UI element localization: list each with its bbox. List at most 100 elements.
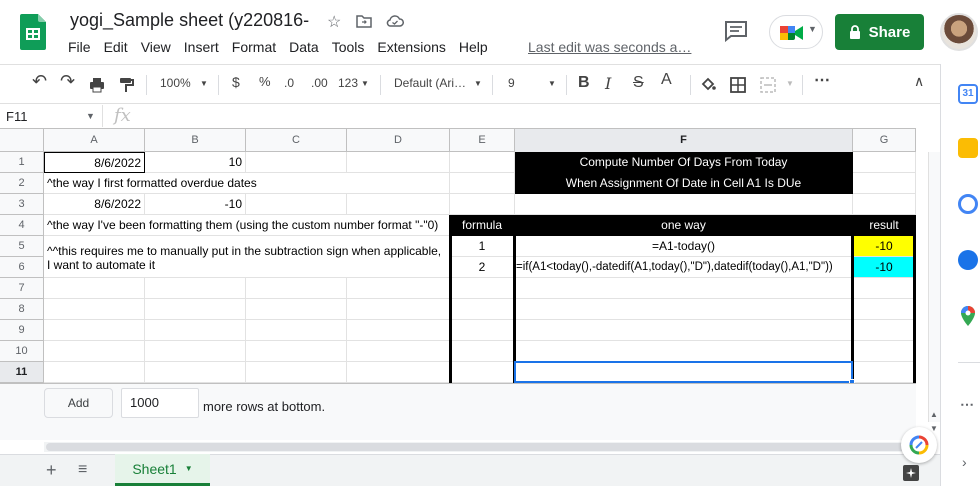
cell-e6[interactable]: 2 [450,257,515,278]
merge-dropdown-icon[interactable]: ▼ [786,79,794,88]
cell-c10[interactable] [246,341,347,362]
tasks-icon[interactable] [958,194,978,214]
cell-a7[interactable] [44,278,145,299]
row-header-11[interactable]: 11 [0,362,44,383]
horizontal-scrollbar-thumb[interactable] [46,443,926,451]
cell-d10[interactable] [347,341,450,362]
select-all-corner[interactable] [0,129,44,152]
cell-f10[interactable] [515,341,853,362]
cell-d7[interactable] [347,278,450,299]
share-button[interactable]: Share [835,14,924,50]
font-family-select[interactable]: Default (Ari… [394,76,466,90]
cell-g4[interactable]: result [853,215,916,236]
cell-e9[interactable] [450,320,515,341]
cell-d11[interactable] [347,362,450,383]
name-box-dropdown-icon[interactable]: ▼ [86,111,95,121]
cell-g6[interactable]: -10 [853,257,916,278]
borders-icon[interactable] [730,77,746,93]
row-header-10[interactable]: 10 [0,341,44,362]
cloud-saved-icon[interactable] [386,14,404,28]
cell-c3[interactable] [246,194,347,215]
row-header-4[interactable]: 4 [0,215,44,236]
sheet-tab-sheet1[interactable]: Sheet1 ▼ [115,454,210,486]
maps-icon[interactable] [958,305,978,327]
zoom-select[interactable]: 100% [160,76,191,90]
cell-e7[interactable] [450,278,515,299]
cell-e5[interactable]: 1 [450,236,515,257]
cell-g5[interactable]: -10 [853,236,916,257]
cell-e3[interactable] [450,194,515,215]
cell-f3[interactable] [515,194,853,215]
strikethrough-icon[interactable]: S [633,74,644,92]
all-sheets-menu-icon[interactable]: ≡ [78,461,87,479]
column-header-d[interactable]: D [347,129,450,152]
cell-f9[interactable] [515,320,853,341]
cell-a10[interactable] [44,341,145,362]
more-options-icon[interactable]: ⋯ [814,70,830,90]
more-formats-dropdown-icon[interactable]: ▼ [361,79,369,88]
sheet-tab-dropdown-icon[interactable]: ▼ [185,464,193,473]
cell-f7[interactable] [515,278,853,299]
currency-format-button[interactable]: $ [232,74,240,90]
zoom-dropdown-icon[interactable]: ▼ [200,79,208,88]
print-icon[interactable] [89,77,105,93]
document-title[interactable]: yogi_Sample sheet (y220816- [70,10,309,31]
contacts-icon[interactable] [958,250,978,270]
cell-a11[interactable] [44,362,145,383]
cell-f2[interactable]: When Assignment Of Date in Cell A1 Is DU… [515,173,853,194]
row-header-9[interactable]: 9 [0,320,44,341]
cell-a4[interactable]: ^the way I've been formatting them (usin… [44,215,450,236]
user-avatar[interactable] [940,13,978,51]
row-header-2[interactable]: 2 [0,173,44,194]
row-header-1[interactable]: 1 [0,152,44,173]
add-rows-count-input[interactable]: 1000 [121,388,199,418]
cell-e4[interactable]: formula [450,215,515,236]
cell-a3[interactable]: 8/6/2022 [44,194,145,215]
menu-data[interactable]: Data [289,39,319,55]
row-header-8[interactable]: 8 [0,299,44,320]
cell-g10[interactable] [853,341,916,362]
increase-decimal-button[interactable]: .00 [311,76,328,90]
cell-b7[interactable] [145,278,246,299]
cell-a5[interactable]: ^^this requires me to manually put in th… [44,236,450,278]
keep-icon[interactable] [958,138,978,158]
percent-format-button[interactable]: % [259,74,271,89]
cell-e11[interactable] [450,362,515,383]
merge-cells-icon[interactable] [760,77,776,93]
cell-f5[interactable]: =A1-today() [515,236,853,257]
cell-e1[interactable] [450,152,515,173]
cell-e8[interactable] [450,299,515,320]
menu-view[interactable]: View [141,39,171,55]
cell-a1[interactable]: 8/6/2022 [44,152,145,173]
row-header-6[interactable]: 6 [0,257,44,278]
column-header-f[interactable]: F [515,129,853,152]
cell-e2[interactable] [450,173,515,194]
cell-f8[interactable] [515,299,853,320]
cell-a2[interactable]: ^the way I first formatted overdue dates [44,173,450,194]
bold-icon[interactable]: B [578,74,590,92]
column-header-a[interactable]: A [44,129,145,152]
star-icon[interactable]: ☆ [327,12,341,32]
scroll-up-icon[interactable]: ▲ [930,410,938,419]
menu-format[interactable]: Format [232,39,276,55]
cell-c8[interactable] [246,299,347,320]
explore-button[interactable] [901,427,937,463]
collapse-menu-icon[interactable]: ∧ [914,73,924,90]
selected-cell-outline[interactable] [514,361,853,383]
cell-f1[interactable]: Compute Number Of Days From Today [515,152,853,173]
comment-history-icon[interactable] [723,20,749,42]
cell-g7[interactable] [853,278,916,299]
cell-g2[interactable] [853,173,916,194]
add-rows-button[interactable]: Add [44,388,113,418]
column-header-g[interactable]: G [853,129,916,152]
font-size-dropdown-icon[interactable]: ▼ [548,79,556,88]
cell-b9[interactable] [145,320,246,341]
paint-format-icon[interactable] [118,77,134,93]
menu-edit[interactable]: Edit [104,39,128,55]
cell-c9[interactable] [246,320,347,341]
menu-extensions[interactable]: Extensions [377,39,445,55]
text-color-icon[interactable]: A [661,71,672,89]
cell-d3[interactable] [347,194,450,215]
cell-g1[interactable] [853,152,916,173]
calendar-icon[interactable]: 31 [958,84,978,104]
